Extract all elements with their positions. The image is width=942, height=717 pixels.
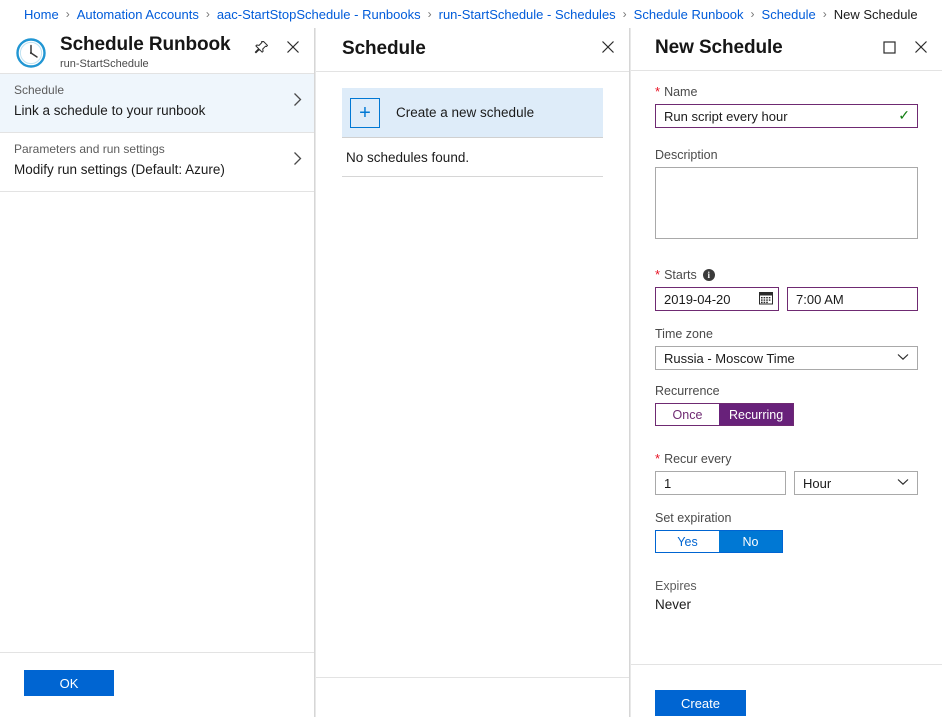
maximize-icon[interactable]: [878, 36, 900, 58]
close-icon[interactable]: [910, 36, 932, 58]
set-expiration-label: Set expiration: [655, 511, 732, 525]
set-expiration-option-yes[interactable]: Yes: [656, 531, 719, 552]
create-button[interactable]: Create: [655, 690, 746, 716]
new-schedule-panel: New Schedule * Name ✓: [630, 28, 942, 717]
sidebar-item-parameters-and-run-settings[interactable]: Parameters and run settings Modify run s…: [0, 133, 314, 192]
create-new-schedule-button[interactable]: + Create a new schedule: [342, 88, 603, 138]
breadcrumb-separator: ›: [65, 7, 70, 21]
set-expiration-toggle: Yes No: [655, 530, 783, 553]
expires-value: Never: [655, 597, 692, 612]
name-input[interactable]: [655, 104, 918, 128]
pin-icon[interactable]: [250, 36, 272, 58]
required-asterisk: *: [655, 267, 661, 282]
breadcrumb-separator: ›: [750, 7, 755, 21]
time-zone-value: Russia - Moscow Time: [664, 350, 795, 366]
schedule-list-panel: Schedule + Create a new schedule No sche…: [315, 28, 630, 717]
check-icon: ✓: [898, 107, 910, 123]
left-panel-footer: OK: [0, 652, 314, 717]
name-field-group: * Name ✓: [655, 85, 918, 128]
breadcrumb-item: New Schedule: [833, 6, 918, 22]
time-zone-label: Time zone: [655, 327, 713, 341]
recur-every-label: Recur every: [664, 452, 732, 466]
breadcrumb-item[interactable]: run-StartSchedule - Schedules: [439, 7, 616, 22]
recurrence-label: Recurrence: [655, 384, 720, 398]
schedule-runbook-panel: Schedule Runbook run-StartSchedule Sched…: [0, 28, 315, 717]
breadcrumb-item[interactable]: Schedule Runbook: [634, 7, 744, 22]
chevron-right-icon: [293, 151, 302, 169]
plus-icon: +: [350, 97, 380, 128]
middle-panel-header: Schedule: [316, 28, 629, 72]
description-textarea[interactable]: [655, 167, 918, 239]
chevron-down-icon: [897, 352, 909, 364]
calendar-icon[interactable]: [759, 291, 773, 305]
middle-panel-footer-divider: [316, 677, 629, 678]
breadcrumb-item[interactable]: Schedule: [762, 7, 816, 22]
no-schedules-message: No schedules found.: [342, 138, 603, 177]
breadcrumb-separator: ›: [427, 7, 432, 21]
recurrence-toggle: Once Recurring: [655, 403, 795, 426]
info-icon[interactable]: i: [702, 269, 715, 281]
name-label: Name: [664, 85, 698, 99]
breadcrumb-item[interactable]: aac-StartStopSchedule - Runbooks: [217, 7, 421, 22]
close-icon[interactable]: [597, 36, 619, 58]
time-zone-label-row: Time zone: [655, 327, 918, 341]
description-field-group: Description: [655, 148, 918, 242]
expires-field-group: Expires Never: [655, 579, 918, 612]
create-new-schedule-label: Create a new schedule: [396, 105, 535, 120]
set-expiration-field-group: Set expiration Yes No: [655, 511, 918, 553]
breadcrumb-separator: ›: [205, 7, 210, 21]
clock-icon: [14, 36, 48, 70]
sidebar-item-schedule[interactable]: Schedule Link a schedule to your runbook: [0, 74, 314, 133]
expires-label: Expires: [655, 579, 697, 593]
recur-unit-select[interactable]: Hour: [794, 471, 918, 495]
recurrence-option-once[interactable]: Once: [656, 404, 719, 425]
set-expiration-option-no[interactable]: No: [719, 531, 782, 552]
middle-panel-body: + Create a new schedule No schedules fou…: [316, 72, 629, 177]
new-schedule-form: * Name ✓ Description * Starts i: [631, 71, 942, 612]
start-time-input[interactable]: [787, 287, 918, 311]
chevron-down-icon: [897, 477, 909, 489]
schedule-item-value: Link a schedule to your runbook: [14, 103, 206, 118]
name-label-row: * Name: [655, 85, 918, 99]
close-icon[interactable]: [282, 36, 304, 58]
required-asterisk: *: [655, 451, 661, 466]
recur-every-label-row: * Recur every: [655, 452, 918, 466]
recurrence-option-recurring[interactable]: Recurring: [719, 404, 794, 425]
description-label: Description: [655, 148, 718, 162]
breadcrumb-item[interactable]: Automation Accounts: [77, 7, 199, 22]
recurrence-label-row: Recurrence: [655, 384, 918, 398]
recurrence-field-group: Recurrence Once Recurring: [655, 384, 918, 426]
parameters-item-value: Modify run settings (Default: Azure): [14, 162, 225, 177]
starts-label: Starts: [664, 268, 697, 282]
runbook-settings-list: Schedule Link a schedule to your runbook…: [0, 74, 314, 192]
schedule-item-label: Schedule: [14, 83, 65, 97]
breadcrumb: Home › Automation Accounts › aac-StartStopSc…: [0, 0, 942, 28]
breadcrumb-separator: ›: [622, 7, 627, 21]
required-asterisk: *: [655, 84, 661, 99]
starts-field-group: * Starts i: [655, 268, 918, 311]
right-panel-footer: Create: [631, 664, 942, 717]
recur-unit-value: Hour: [803, 475, 832, 491]
left-panel-title: Schedule Runbook: [60, 34, 231, 55]
ok-button[interactable]: OK: [24, 670, 114, 696]
set-expiration-label-row: Set expiration: [655, 511, 918, 525]
middle-panel-title: Schedule: [342, 38, 426, 59]
parameters-item-label: Parameters and run settings: [14, 142, 165, 156]
breadcrumb-item[interactable]: Home: [24, 7, 59, 22]
time-zone-select[interactable]: Russia - Moscow Time: [655, 346, 918, 370]
left-panel-subtitle: run-StartSchedule: [60, 58, 149, 70]
recur-every-field-group: * Recur every Hour: [655, 452, 918, 495]
starts-label-row: * Starts i: [655, 268, 918, 282]
breadcrumb-separator: ›: [822, 7, 827, 21]
time-zone-field-group: Time zone Russia - Moscow Time: [655, 327, 918, 370]
chevron-right-icon: [293, 92, 302, 110]
left-panel-header: Schedule Runbook run-StartSchedule: [0, 28, 314, 74]
recur-interval-input[interactable]: [655, 471, 786, 495]
right-panel-header: New Schedule: [631, 28, 942, 71]
description-label-row: Description: [655, 148, 918, 162]
